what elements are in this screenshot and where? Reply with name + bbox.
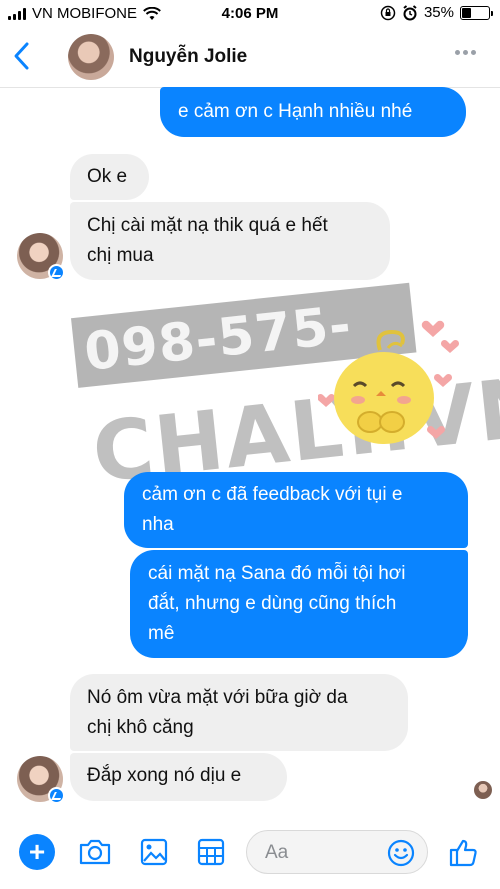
orientation-lock-icon [380, 5, 396, 20]
message-in[interactable]: Đắp xong nó dịu e [70, 753, 287, 801]
plus-icon[interactable]: + [19, 834, 55, 870]
message-line: chị mua [87, 245, 154, 266]
back-chevron-icon[interactable] [10, 40, 34, 72]
message-text: Ok e [87, 166, 128, 187]
status-bar: VN MOBIFONE 4:06 PM 35% [0, 0, 500, 28]
battery-icon [460, 5, 493, 20]
message-line: Nó ôm vừa mặt với bữa giờ da [87, 687, 348, 708]
messenger-badge-icon [48, 787, 65, 804]
message-in[interactable]: Nó ôm vừa mặt với bữa giờ da chị khô căn… [70, 674, 408, 751]
sender-avatar[interactable] [17, 756, 65, 804]
message-line: cái mặt nạ Sana đó mỗi tội hơi [148, 563, 406, 584]
image-icon[interactable] [134, 832, 174, 872]
chick-sticker-icon[interactable] [318, 318, 468, 458]
battery-fill [462, 7, 472, 18]
message-line: nha [142, 514, 174, 535]
conversation-header: Nguyễn Jolie [0, 28, 500, 88]
grid-icon[interactable] [191, 832, 231, 872]
message-line: mê [148, 623, 175, 644]
message-line: Chị cài mặt nạ thik quá e hết [87, 215, 328, 236]
contact-name[interactable]: Nguyễn Jolie [129, 46, 247, 68]
seen-indicator-avatar [474, 781, 492, 799]
thumbs-up-icon[interactable] [443, 832, 483, 872]
status-right: 35% [380, 4, 493, 21]
camera-icon[interactable] [75, 832, 115, 872]
message-text: e cảm ơn c Hạnh nhiều nhé [178, 101, 413, 122]
message-line: đắt, nhưng e dùng cũng thích [148, 593, 397, 614]
contact-avatar[interactable] [68, 34, 114, 80]
sender-avatar[interactable] [17, 233, 65, 281]
message-in[interactable]: Chị cài mặt nạ thik quá e hết chị mua [70, 202, 390, 280]
message-line: chị khô căng [87, 717, 194, 738]
message-input-placeholder: Aa [265, 842, 289, 863]
message-out[interactable]: e cảm ơn c Hạnh nhiều nhé [160, 87, 466, 137]
alarm-icon [403, 4, 417, 20]
more-dots-icon[interactable] [455, 50, 476, 55]
messenger-badge-icon [48, 264, 65, 281]
battery-percent: 35% [423, 4, 454, 21]
composer-bar: + Aa [0, 820, 500, 889]
message-input[interactable]: Aa [246, 830, 428, 874]
message-line: cảm ơn c đã feedback với tụi e [142, 484, 403, 505]
smiley-icon[interactable] [387, 839, 415, 867]
message-out[interactable]: cảm ơn c đã feedback với tụi e nha [124, 472, 468, 548]
message-text: Đắp xong nó dịu e [87, 765, 242, 786]
message-in[interactable]: Ok e [70, 154, 149, 200]
message-out[interactable]: cái mặt nạ Sana đó mỗi tội hơi đắt, nhưn… [130, 550, 468, 658]
